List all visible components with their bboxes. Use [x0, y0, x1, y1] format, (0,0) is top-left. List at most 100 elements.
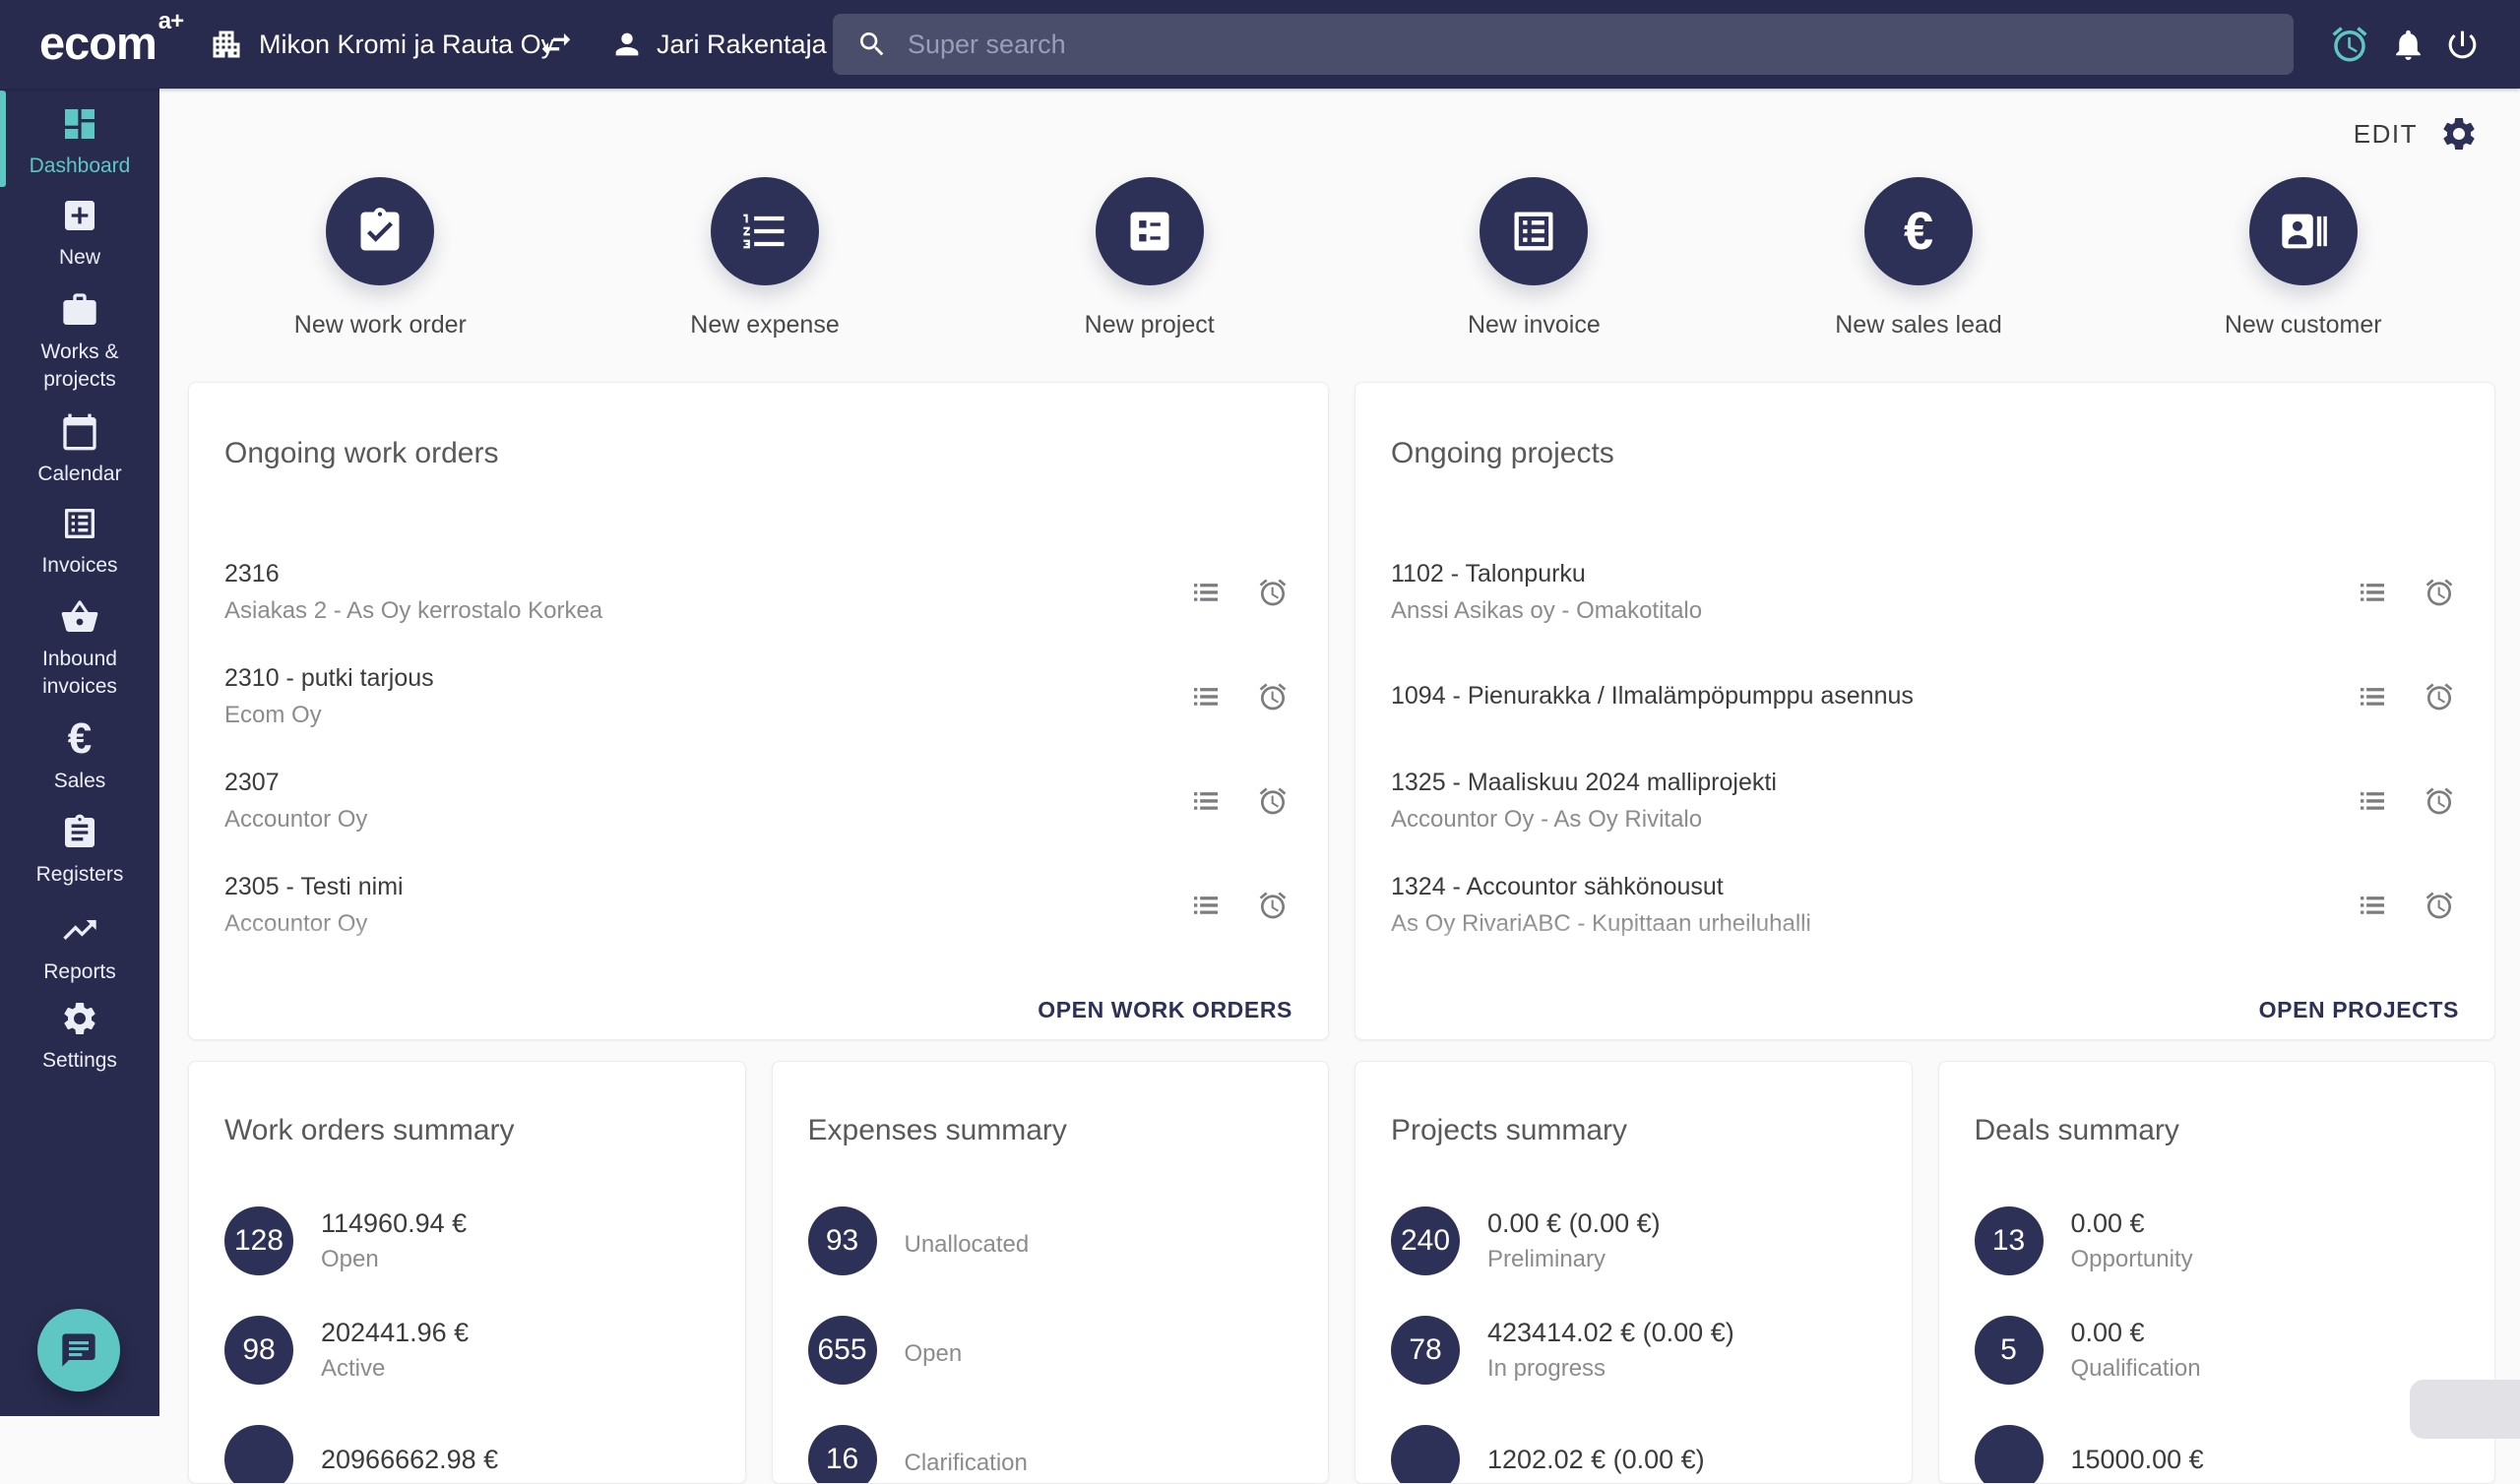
work-order-client: Accountor Oy: [224, 910, 1190, 938]
summary-value: 0.00 € (0.00 €): [1487, 1208, 1661, 1239]
summary-row[interactable]: 20966662.98 €: [224, 1405, 710, 1484]
sidebar-item-label: Settings: [42, 1047, 117, 1075]
sidebar-item-settings[interactable]: Settings: [0, 999, 159, 1075]
search-bar[interactable]: [833, 14, 2294, 75]
work-order-row[interactable]: 2316 Asiakas 2 - As Oy kerrostalo Korkea: [224, 540, 1292, 645]
new-project-button[interactable]: New project: [957, 177, 1342, 340]
sidebar-item-inbound-invoices[interactable]: Inbound invoices: [0, 597, 159, 700]
work-order-row[interactable]: 2289 - Katon korjaus: [224, 958, 1292, 982]
sidebar-item-new[interactable]: New: [0, 196, 159, 272]
summary-label: Unallocated: [905, 1231, 1030, 1259]
sidebar-item-dashboard[interactable]: Dashboard: [0, 104, 159, 180]
work-order-row[interactable]: 2310 - putki tarjous Ecom Oy: [224, 645, 1292, 749]
card-title: Deals summary: [1975, 1114, 2460, 1147]
summary-row[interactable]: 16 Clarification: [808, 1405, 1293, 1484]
project-row[interactable]: 1324 - Accountor sähkönousut As Oy Rivar…: [1391, 853, 2459, 958]
project-number: 1324 - Accountor sähkönousut: [1391, 873, 2357, 901]
project-row[interactable]: 1102 - Talonpurku Anssi Asikas oy - Omak…: [1391, 540, 2459, 645]
new-customer-button[interactable]: New customer: [2110, 177, 2495, 340]
count-badge: [224, 1425, 293, 1484]
project-row[interactable]: 1176 - Talon työt: [1391, 958, 2459, 982]
company-selector[interactable]: Mikon Kromi ja Rauta Oy: [209, 0, 554, 89]
sidebar-item-invoices[interactable]: Invoices: [0, 504, 159, 580]
list-icon[interactable]: [1190, 577, 1222, 608]
project-row[interactable]: 1094 - Pienurakka / Ilmalämpöpumppu asen…: [1391, 645, 2459, 749]
user-menu[interactable]: Jari Rakentaja: [610, 0, 827, 89]
invoice-doc-icon: [1480, 177, 1588, 285]
power-icon[interactable]: [2444, 27, 2481, 63]
chat-fab-button[interactable]: [37, 1309, 120, 1391]
edit-dashboard-button[interactable]: EDIT: [2354, 119, 2418, 150]
summary-label: In progress: [1487, 1355, 1734, 1383]
euro-icon: €: [60, 719, 99, 759]
count-badge: 78: [1391, 1316, 1460, 1385]
list-icon[interactable]: [2357, 785, 2388, 817]
summary-row[interactable]: 5 0.00 € Qualification: [1975, 1296, 2460, 1405]
alarm-clock-icon[interactable]: [1257, 785, 1289, 817]
sidebar-item-works-projects[interactable]: Works & projects: [0, 290, 159, 393]
alarm-clock-icon[interactable]: [2329, 24, 2370, 65]
sidebar-item-calendar[interactable]: Calendar: [0, 412, 159, 488]
search-input[interactable]: [906, 29, 2270, 61]
sidebar-item-label: Registers: [36, 861, 124, 889]
list-icon[interactable]: [2357, 890, 2388, 921]
card-title: Projects summary: [1391, 1114, 1876, 1147]
summary-row[interactable]: 1202.02 € (0.00 €): [1391, 1405, 1876, 1484]
new-sales-lead-button[interactable]: € New sales lead: [1727, 177, 2111, 340]
list-icon[interactable]: [2357, 681, 2388, 712]
project-client: As Oy RivariABC - Kupittaan urheiluhalli: [1391, 910, 2357, 938]
logo-text: ecom: [39, 17, 157, 69]
summary-row[interactable]: 128 114960.94 € Open: [224, 1187, 710, 1296]
count-badge: 655: [808, 1316, 877, 1385]
alarm-clock-icon[interactable]: [1257, 577, 1289, 608]
list-icon[interactable]: [1190, 890, 1222, 921]
work-order-row[interactable]: 2307 Accountor Oy: [224, 749, 1292, 853]
dashboard-toolbar: EDIT: [2354, 114, 2479, 154]
card-title: Work orders summary: [224, 1114, 710, 1147]
alarm-clock-icon[interactable]: [2424, 577, 2455, 608]
swap-arrows-icon[interactable]: [537, 26, 575, 63]
card-title: Ongoing work orders: [224, 437, 1292, 470]
summary-row[interactable]: 78 423414.02 € (0.00 €) In progress: [1391, 1296, 1876, 1405]
list-icon[interactable]: [1190, 681, 1222, 712]
sidebar-item-registers[interactable]: Registers: [0, 813, 159, 889]
sidebar-item-sales[interactable]: € Sales: [0, 719, 159, 795]
summary-row[interactable]: 13 0.00 € Opportunity: [1975, 1187, 2460, 1296]
summary-row[interactable]: 98 202441.96 € Active: [224, 1296, 710, 1405]
work-order-client: Asiakas 2 - As Oy kerrostalo Korkea: [224, 597, 1190, 625]
summary-row[interactable]: 655 Open: [808, 1296, 1293, 1405]
summary-cards-row: Work orders summary 128 114960.94 € Open…: [188, 1061, 2495, 1484]
count-badge: 98: [224, 1316, 293, 1385]
open-work-orders-link[interactable]: OPEN WORK ORDERS: [1038, 997, 1292, 1023]
notifications-bell-icon[interactable]: [2390, 27, 2426, 63]
alarm-clock-icon[interactable]: [2424, 785, 2455, 817]
summary-row[interactable]: 240 0.00 € (0.00 €) Preliminary: [1391, 1187, 1876, 1296]
quick-action-label: New sales lead: [1835, 311, 2002, 340]
summary-row[interactable]: 93 Unallocated: [808, 1187, 1293, 1296]
alarm-clock-icon[interactable]: [2424, 890, 2455, 921]
alarm-clock-icon[interactable]: [1257, 681, 1289, 712]
logo-sup: a+: [158, 8, 183, 34]
corner-widget[interactable]: [2410, 1380, 2520, 1439]
user-name: Jari Rakentaja: [657, 30, 827, 60]
new-expense-button[interactable]: New expense: [573, 177, 958, 340]
list-icon[interactable]: [2357, 577, 2388, 608]
alarm-clock-icon[interactable]: [1257, 890, 1289, 921]
list-icon[interactable]: [1190, 785, 1222, 817]
shopping-basket-icon: [60, 597, 99, 637]
work-order-number: 2316: [224, 560, 1190, 588]
open-projects-link[interactable]: OPEN PROJECTS: [2259, 997, 2459, 1023]
new-work-order-button[interactable]: New work order: [188, 177, 573, 340]
new-invoice-button[interactable]: New invoice: [1342, 177, 1727, 340]
count-badge: 93: [808, 1206, 877, 1275]
summary-row[interactable]: 15000.00 €: [1975, 1405, 2460, 1484]
app-logo[interactable]: ecoma+: [39, 16, 183, 70]
sidebar-item-reports[interactable]: Reports: [0, 910, 159, 986]
work-order-row[interactable]: 2305 - Testi nimi Accountor Oy: [224, 853, 1292, 958]
work-order-number: 2310 - putki tarjous: [224, 664, 1190, 693]
dashboard-settings-gear-icon[interactable]: [2439, 114, 2479, 154]
alarm-clock-icon[interactable]: [2424, 681, 2455, 712]
project-row[interactable]: 1325 - Maaliskuu 2024 malliprojekti Acco…: [1391, 749, 2459, 853]
add-box-icon: [60, 196, 99, 235]
work-order-client: Ecom Oy: [224, 702, 1190, 729]
